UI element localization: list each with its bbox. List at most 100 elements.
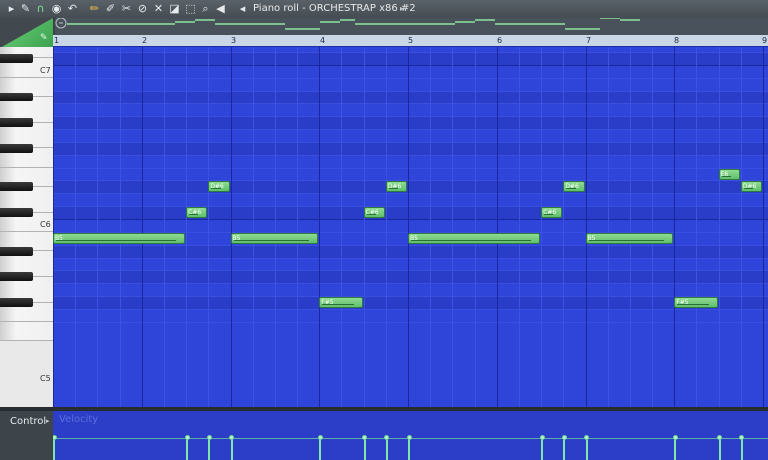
velocity-stem[interactable]	[230, 437, 233, 460]
note-ds6[interactable]: D#6	[563, 181, 585, 193]
grid-row-line	[53, 270, 768, 272]
velocity-stem[interactable]	[563, 437, 566, 460]
grid-row-black	[53, 116, 768, 130]
bar-number: 5	[408, 36, 414, 45]
delete-icon[interactable]: ✕	[152, 2, 165, 15]
velocity-handle[interactable]	[561, 435, 567, 440]
beat-line	[696, 47, 698, 407]
velocity-stem[interactable]	[53, 437, 55, 460]
velocity-stem[interactable]	[585, 437, 588, 460]
note-cs6[interactable]: C#6	[541, 207, 563, 219]
control-label[interactable]: Control	[10, 416, 46, 428]
note-grid[interactable]: B5 C#6 D#6 B5 F#5 C#6 D#6 B5 C#6 D#6 B5 F#5 E6 D#6	[53, 47, 768, 407]
velocity-stem[interactable]	[363, 437, 366, 460]
speaker-icon[interactable]: ◂	[236, 2, 249, 15]
window-title: Piano roll - ORCHESTRAP x86 #2	[253, 3, 416, 14]
grid-row-line	[53, 180, 768, 182]
overview-strip[interactable]	[55, 17, 768, 36]
velocity-stem[interactable]	[674, 437, 677, 460]
piano-keyboard[interactable]: C7 C6 C5	[0, 47, 53, 407]
title-menu-arrow-icon[interactable]: ▸	[400, 2, 404, 16]
paint-icon[interactable]: ✐	[104, 2, 117, 15]
velocity-handle[interactable]	[584, 435, 589, 440]
velocity-handle[interactable]	[717, 435, 723, 440]
black-key[interactable]	[0, 92, 33, 102]
note-b5[interactable]: B5	[408, 232, 541, 244]
pencil-small-icon: ✎	[40, 33, 48, 43]
velocity-handle[interactable]	[206, 435, 212, 440]
note-fs5[interactable]: F#5	[674, 297, 718, 309]
velocity-handle[interactable]	[362, 435, 368, 440]
grid-row-line	[53, 129, 768, 131]
zoom-icon[interactable]: ⌕	[199, 2, 212, 15]
velocity-stem[interactable]	[186, 437, 189, 460]
magnet-icon[interactable]: ∩	[34, 2, 47, 15]
note-ds6[interactable]: D#6	[385, 181, 407, 193]
velocity-handle[interactable]	[672, 435, 678, 440]
black-key[interactable]	[0, 208, 33, 217]
note-release-line	[566, 188, 576, 190]
octave-label: C7	[40, 65, 51, 75]
note-release-line	[322, 304, 354, 306]
note-b5[interactable]: B5	[53, 232, 186, 244]
velocity-handle[interactable]	[317, 435, 323, 440]
beat-line	[452, 47, 454, 407]
arrow-right-icon[interactable]: ▸	[5, 2, 18, 15]
grid-row-line	[53, 257, 768, 259]
velocity-handle[interactable]	[53, 435, 57, 440]
wrench-icon[interactable]: ✎	[19, 2, 32, 15]
velocity-handle[interactable]	[384, 435, 390, 440]
timeline-ruler[interactable]: 1 2 3 4 5 6 7 8 9	[53, 35, 768, 47]
velocity-stem[interactable]	[319, 437, 322, 460]
black-key[interactable]	[0, 298, 33, 307]
bar-line	[53, 47, 54, 407]
mute-icon[interactable]: ⊘	[136, 2, 149, 15]
black-key[interactable]	[0, 272, 33, 282]
note-b5[interactable]: B5	[230, 232, 319, 244]
velocity-handle[interactable]	[184, 435, 190, 440]
fit-icon[interactable]: ⬚	[184, 2, 197, 15]
velocity-lane[interactable]: Velocity	[53, 411, 768, 460]
pencil-icon[interactable]: ✏	[88, 2, 101, 15]
note-b5[interactable]: B5	[585, 232, 674, 244]
record-icon[interactable]: ◉	[50, 2, 63, 15]
velocity-stem[interactable]	[385, 437, 388, 460]
note-release-line	[544, 214, 554, 216]
slice-icon[interactable]: ✂	[120, 2, 133, 15]
velocity-handle[interactable]	[406, 435, 412, 440]
black-key[interactable]	[0, 118, 33, 128]
velocity-stem[interactable]	[740, 437, 743, 460]
select-icon[interactable]: ◪	[168, 2, 181, 15]
playback-icon[interactable]: ◀	[214, 2, 227, 15]
white-key[interactable]	[0, 321, 53, 342]
velocity-stem[interactable]	[541, 437, 544, 460]
black-key[interactable]	[0, 182, 33, 192]
bar-number: 9	[762, 36, 768, 45]
velocity-handle[interactable]	[229, 435, 234, 440]
control-menu-arrow-icon[interactable]: ▸	[46, 417, 50, 425]
beat-line	[652, 47, 654, 407]
velocity-label: Velocity	[59, 414, 99, 425]
black-key[interactable]	[0, 143, 33, 153]
undo-icon[interactable]: ↶	[66, 2, 79, 15]
note-e6[interactable]: E6	[718, 168, 740, 180]
velocity-stem[interactable]	[208, 437, 211, 460]
note-cs6[interactable]: C#6	[363, 207, 385, 219]
note-fs5[interactable]: F#5	[319, 297, 363, 309]
velocity-handle[interactable]	[539, 435, 545, 440]
velocity-stem[interactable]	[718, 437, 721, 460]
beat-line	[363, 47, 365, 407]
beat-line	[274, 47, 276, 407]
toolbar: ▸ ✎ ∩ ◉ ↶ ✏ ✐ ✂ ⊘ ✕ ◪ ⬚ ⌕ ◀ ◂ Piano roll…	[0, 0, 768, 19]
beat-line	[563, 47, 565, 407]
note-ds6[interactable]: D#6	[208, 181, 230, 193]
velocity-stem[interactable]	[408, 437, 410, 460]
velocity-handle[interactable]	[739, 435, 745, 440]
black-key[interactable]	[0, 53, 33, 63]
note-cs6[interactable]: C#6	[186, 207, 208, 219]
black-key[interactable]	[0, 246, 33, 256]
note-ds6[interactable]: D#6	[740, 181, 762, 193]
beat-line	[119, 47, 121, 407]
bar-number: 6	[497, 36, 503, 45]
beat-line	[186, 47, 188, 407]
